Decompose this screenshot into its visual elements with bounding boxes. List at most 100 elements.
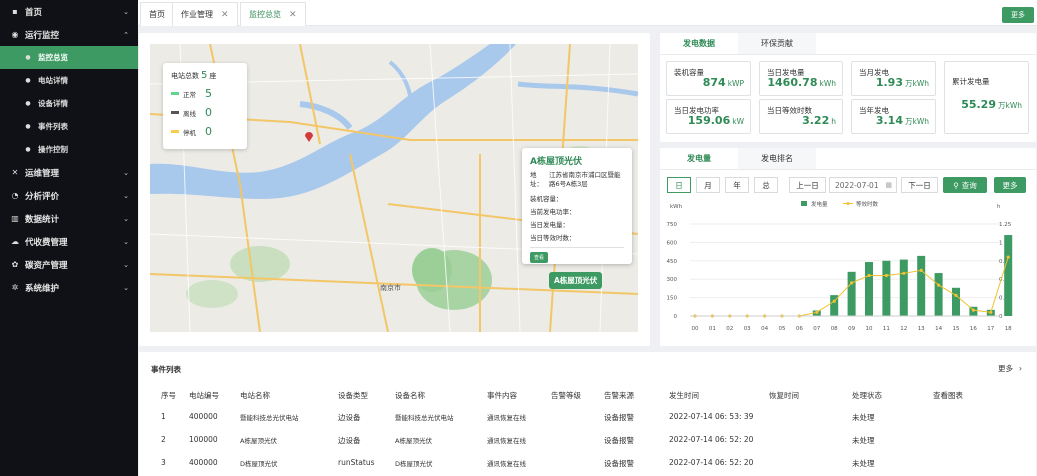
- table-row[interactable]: 2 100000 A栋屋顶光伏 边设备 A栋屋顶光伏 通讯恢复在线 设备报警 2022-07-…: [139, 430, 1036, 450]
- generation-chart: kWhh015030045060075000.250.50.7511.25发电量…: [667, 200, 1013, 332]
- tab-environment[interactable]: 环保贡献: [738, 33, 816, 54]
- event-more-link[interactable]: 更多 ›: [998, 363, 1022, 374]
- gear-icon: ✲: [11, 283, 19, 292]
- more-button[interactable]: 更多: [1002, 7, 1034, 23]
- pin-icon: ◉: [11, 30, 19, 39]
- sidebar-item-billing[interactable]: ☁ 代收费管理 ⌄: [0, 230, 138, 253]
- period-month[interactable]: 月: [696, 177, 720, 193]
- prev-day-button[interactable]: 上一日: [789, 177, 826, 193]
- x-tick-label: 13: [918, 326, 925, 332]
- sidebar-item-label: 首页: [25, 7, 43, 18]
- line-point: [971, 308, 975, 312]
- table-cell: 2022-07-14 06: 52: 20: [669, 458, 754, 467]
- value: 1.93: [875, 76, 903, 89]
- stat-daily-hours: 当日等效时数 3.22 h: [759, 99, 843, 134]
- table-cell: D栋屋顶光伏: [395, 460, 433, 468]
- station-marker-label[interactable]: A栋屋顶光伏: [549, 272, 603, 289]
- tab-label: 首页: [149, 10, 165, 19]
- value: 159.06: [687, 114, 731, 127]
- period-total[interactable]: 总: [754, 177, 778, 193]
- tab-generation-data[interactable]: 发电数据: [660, 33, 738, 54]
- sidebar-sub-overview[interactable]: ● 监控总览: [0, 46, 138, 69]
- sidebar-item-carbon[interactable]: ✿ 碳资产管理 ⌄: [0, 253, 138, 276]
- table-cell: A栋屋顶光伏: [240, 437, 277, 445]
- tab-job-management[interactable]: 作业管理 ✕: [172, 2, 238, 26]
- address-label: 地址：: [530, 171, 543, 188]
- x-tick-label: 03: [744, 326, 751, 332]
- view-button[interactable]: 查看: [530, 252, 549, 263]
- column-header: 发生时间: [669, 391, 699, 400]
- chevron-down-icon: ⌄: [123, 168, 129, 177]
- legend-marker: [846, 202, 850, 205]
- value: 874: [702, 76, 726, 89]
- tab-monitor-overview[interactable]: 监控总览 ✕: [240, 2, 306, 26]
- sidebar-item-maintenance[interactable]: ✕ 运维管理 ⌄: [0, 161, 138, 184]
- column-header: 电站编号: [189, 391, 219, 400]
- table-row[interactable]: 1 400000 暨能科技总光伏电站 边设备 暨能科技总光伏电站 通讯恢复在线 设备报警 20…: [139, 407, 1036, 427]
- popup-title: A栋屋顶光伏: [530, 157, 582, 167]
- tab-ranking[interactable]: 发电排名: [738, 148, 816, 169]
- sidebar-sub-station-detail[interactable]: ● 电站详情: [0, 69, 138, 92]
- generation-tabs: 发电数据 环保贡献: [660, 33, 1036, 55]
- sidebar-item-analysis[interactable]: ◔ 分析评价 ⌄: [0, 184, 138, 207]
- sidebar-sub-device-detail[interactable]: ● 设备详情: [0, 92, 138, 115]
- table-cell: 设备报警: [604, 413, 634, 422]
- legend-label: 正常: [183, 90, 196, 99]
- date-picker[interactable]: 2022-07-01 ▦: [829, 177, 897, 193]
- line-point: [850, 281, 854, 285]
- value: 3.14: [875, 114, 903, 127]
- tab-home[interactable]: 首页: [140, 2, 174, 26]
- chevron-up-icon: ⌃: [123, 30, 129, 39]
- sidebar-item-home[interactable]: ▪ 首页 ⌄: [0, 0, 138, 23]
- line-point: [989, 310, 993, 314]
- tab-generation[interactable]: 发电量: [660, 148, 738, 169]
- unit: kW: [732, 117, 744, 126]
- leaf-icon: ✿: [11, 260, 19, 269]
- unit: 万kWh: [904, 117, 929, 126]
- period-day[interactable]: 日: [667, 177, 691, 193]
- generation-card: 发电数据 环保贡献 装机容量 874 kWP 当日发电量 1460.78 kWh 当月发…: [660, 33, 1036, 142]
- event-list-panel: 事件列表 更多 › 序号 电站编号 电站名称 设备类型 设备名称 事件内容 告警等级 告警来源 发…: [139, 352, 1036, 476]
- close-icon[interactable]: ✕: [221, 10, 229, 20]
- column-header: 设备名称: [395, 391, 425, 400]
- period-year[interactable]: 年: [725, 177, 749, 193]
- legend-value: 5: [205, 87, 212, 100]
- next-day-button[interactable]: 下一日: [901, 177, 938, 193]
- total-value: 5: [201, 70, 208, 81]
- legend-label: 等效时数: [856, 200, 879, 208]
- stat-yearly-generation: 当年发电 3.14 万kWh: [851, 99, 936, 134]
- station-map[interactable]: 南京市 电站总数 5 座 正常 5 离线 0 停机 0 A栋屋顶光伏 地址： 江苏省南京…: [150, 44, 638, 332]
- legend-swatch-bar: [801, 201, 807, 206]
- tab-label: 监控总览: [249, 10, 281, 19]
- column-header: 事件内容: [487, 391, 517, 400]
- table-cell: 设备报警: [604, 436, 634, 445]
- x-tick-label: 08: [831, 326, 838, 332]
- sidebar-item-system[interactable]: ✲ 系统维护 ⌄: [0, 276, 138, 299]
- x-tick-label: 15: [953, 326, 960, 332]
- chart-more-button[interactable]: 更多: [994, 177, 1026, 193]
- table-row[interactable]: 3 400000 D栋屋顶光伏 runStatus D栋屋顶光伏 通讯恢复在线 设备报警 20…: [139, 453, 1036, 473]
- search-icon: ⚲: [953, 180, 959, 190]
- legend-value: 0: [205, 106, 212, 119]
- sidebar-sub-operation-control[interactable]: ● 操作控制: [0, 138, 138, 161]
- close-icon[interactable]: ✕: [289, 10, 297, 20]
- unit: kWh: [819, 79, 836, 88]
- sidebar: ▪ 首页 ⌄ ◉ 运行监控 ⌃ ● 监控总览 ● 电站详情 ● 设备详情 ● 事件列表 ● 操作控…: [0, 0, 138, 476]
- line-point: [815, 310, 819, 314]
- query-button[interactable]: ⚲ 查询: [943, 177, 987, 193]
- stat-value: 159.06 kW: [688, 114, 744, 127]
- chevron-down-icon: ⌄: [123, 260, 129, 269]
- y-right-tick-label: 0: [999, 314, 1003, 320]
- sidebar-item-label: 事件列表: [38, 122, 68, 131]
- sidebar-item-monitoring[interactable]: ◉ 运行监控 ⌃: [0, 23, 138, 46]
- x-tick-label: 10: [866, 326, 873, 332]
- bar: [865, 262, 873, 316]
- sidebar-item-label: 分析评价: [25, 191, 60, 202]
- sidebar-sub-event-list[interactable]: ● 事件列表: [0, 115, 138, 138]
- sidebar-item-label: 电站详情: [38, 76, 68, 85]
- stat-monthly-generation: 当月发电 1.93 万kWh: [851, 61, 936, 96]
- query-label: 查询: [961, 180, 977, 190]
- y-tick-label: 0: [674, 314, 678, 320]
- pin-icon: ●: [25, 77, 31, 84]
- sidebar-item-statistics[interactable]: ▥ 数据统计 ⌄: [0, 207, 138, 230]
